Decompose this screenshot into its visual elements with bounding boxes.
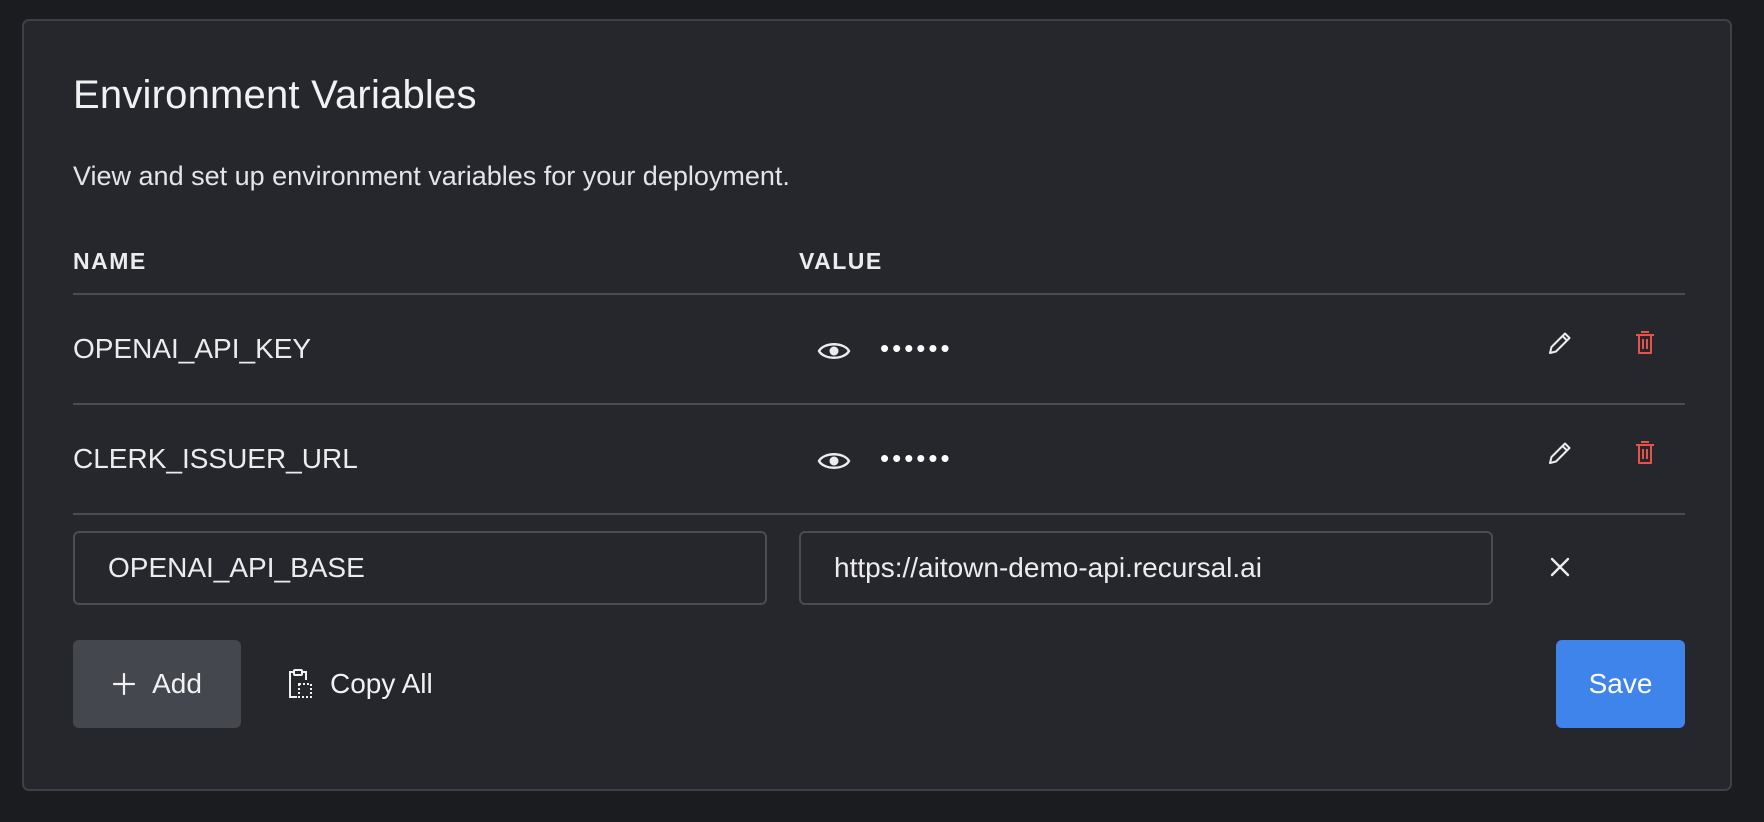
variable-name-input[interactable]: [73, 531, 767, 605]
edit-button[interactable]: [1538, 431, 1582, 475]
pencil-icon: [1549, 442, 1571, 464]
variable-name: OPENAI_API_KEY: [73, 333, 312, 364]
copy-all-button[interactable]: Copy All: [286, 640, 433, 728]
header-divider: [73, 293, 1685, 295]
delete-button[interactable]: [1623, 431, 1667, 475]
clipboard-icon: [289, 669, 312, 698]
pencil-icon: [1549, 332, 1571, 354]
trash-icon: [1636, 441, 1654, 464]
panel-subtitle: View and set up environment variables fo…: [73, 161, 790, 191]
save-button-label: Save: [1588, 668, 1653, 699]
environment-variables-panel: Environment Variables View and set up en…: [22, 19, 1732, 791]
row-divider: [73, 513, 1685, 515]
column-header-name: NAME: [73, 248, 147, 274]
panel-title: Environment Variables: [73, 73, 477, 117]
add-button[interactable]: Add: [73, 640, 241, 728]
masked-value: ••••••: [880, 443, 953, 473]
variable-name: CLERK_ISSUER_URL: [73, 443, 358, 474]
eye-icon: [817, 343, 851, 359]
close-icon: [1550, 557, 1570, 577]
reveal-value-button[interactable]: [812, 329, 856, 373]
save-button[interactable]: Save: [1556, 640, 1685, 728]
copy-all-label: Copy All: [330, 668, 433, 699]
plus-icon: [112, 672, 136, 696]
trash-icon: [1636, 331, 1654, 354]
edit-button[interactable]: [1538, 321, 1582, 365]
masked-value: ••••••: [880, 333, 953, 363]
eye-icon: [817, 453, 851, 469]
remove-row-button[interactable]: [1538, 545, 1582, 589]
delete-button[interactable]: [1623, 321, 1667, 365]
add-button-label: Add: [152, 668, 202, 699]
variable-value-input[interactable]: [799, 531, 1493, 605]
column-header-value: VALUE: [799, 248, 883, 274]
row-divider: [73, 403, 1685, 405]
reveal-value-button[interactable]: [812, 439, 856, 483]
